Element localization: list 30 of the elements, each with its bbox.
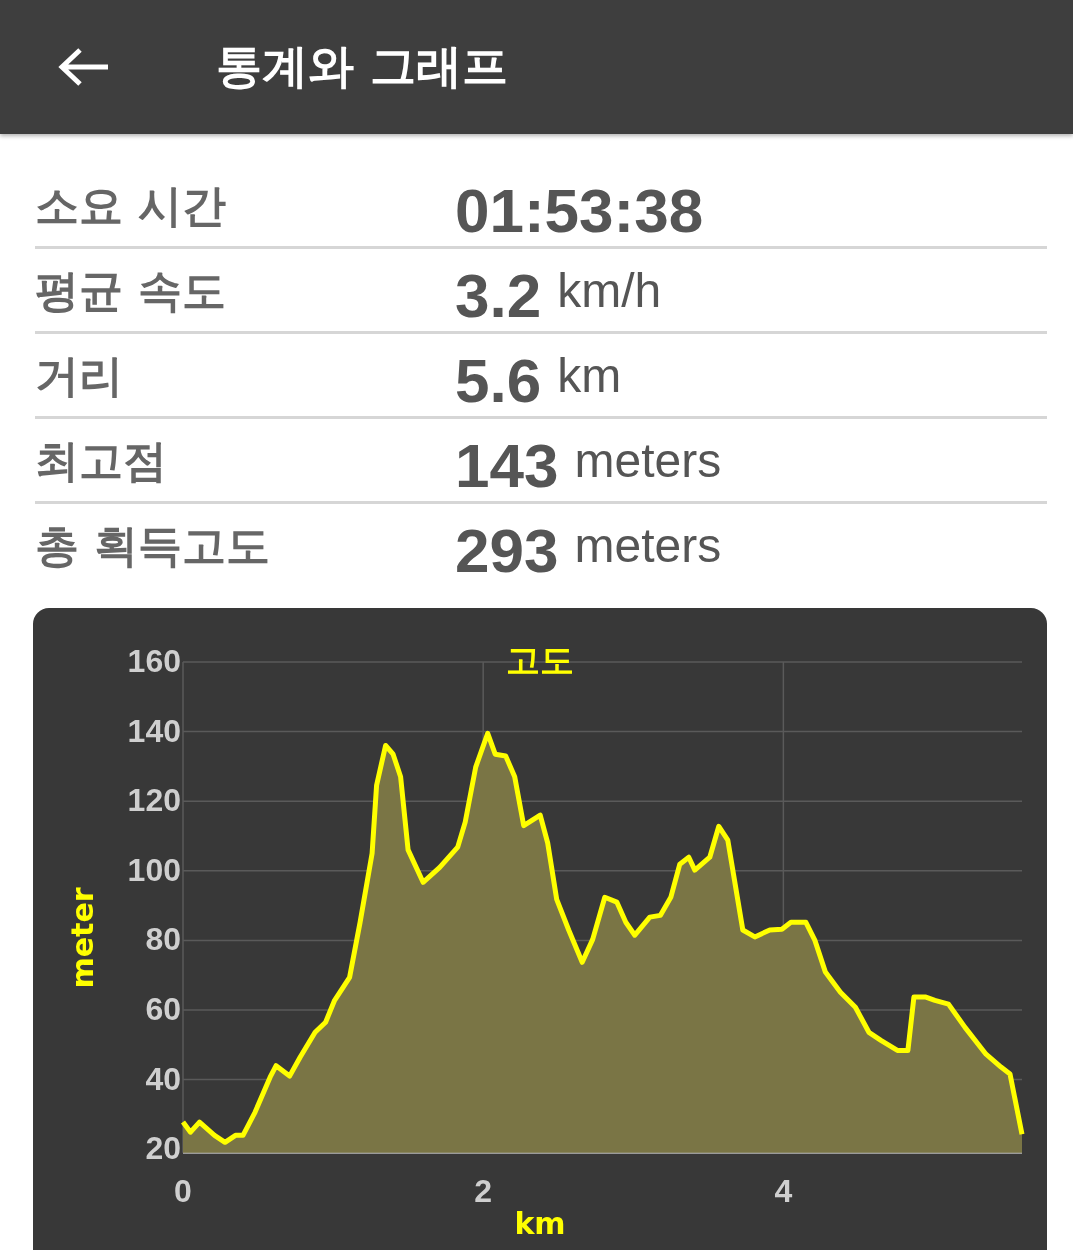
x-tick-label: 2 (474, 1173, 493, 1209)
stat-unit: km (557, 348, 622, 404)
x-axis-label: km (514, 1206, 566, 1241)
y-tick-label: 80 (145, 921, 181, 958)
stat-value: 5.6 (455, 346, 542, 416)
stat-label: 평균 속도 (35, 264, 228, 318)
stat-label: 최고점 (35, 434, 168, 488)
stat-unit: meters (574, 518, 722, 574)
y-tick-label: 140 (127, 712, 181, 749)
stat-label: 소요 시간 (35, 179, 228, 233)
screen-title: 통계와 그래프 (216, 38, 508, 95)
chart-title: 고도 (506, 640, 574, 680)
y-tick-label: 40 (145, 1060, 181, 1097)
y-tick-label: 160 (127, 643, 181, 679)
y-tick-label: 100 (127, 851, 181, 888)
y-tick-label: 120 (127, 782, 181, 819)
stat-label: 거리 (35, 349, 124, 403)
x-tick-label: 0 (174, 1173, 192, 1209)
back-arrow-icon[interactable] (58, 47, 110, 87)
stat-label: 총 획득고도 (35, 519, 272, 573)
y-axis-label: meter (65, 887, 100, 989)
stat-value: 01:53:38 (455, 176, 704, 246)
y-tick-label: 20 (145, 1130, 181, 1167)
y-tick-label: 60 (145, 991, 181, 1027)
stat-unit: km/h (557, 263, 662, 319)
stat-value: 143 (455, 431, 559, 501)
stat-unit: meters (574, 433, 722, 489)
stat-value: 293 (455, 516, 559, 586)
x-tick-label: 4 (774, 1173, 793, 1209)
stat-value: 3.2 (455, 261, 542, 331)
